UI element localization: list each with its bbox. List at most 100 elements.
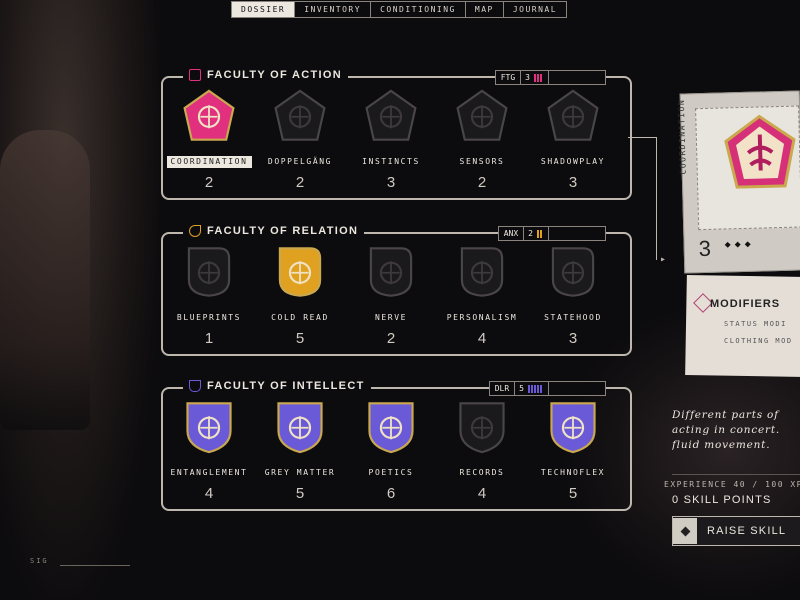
top-tab-bar: DOSSIER INVENTORY CONDITIONING MAP JOURN… — [231, 1, 568, 18]
skill-name: INSTINCTS — [362, 157, 420, 166]
skill-records[interactable]: RECORDS 4 — [436, 399, 528, 502]
doppelg-ng-badge-icon — [274, 89, 326, 141]
cold-read-badge-icon — [278, 247, 322, 297]
skill-card-diamonds: ◆◆◆ — [724, 238, 755, 251]
raise-skill-button[interactable]: RAISE SKILL — [672, 516, 800, 546]
skill-nerve[interactable]: NERVE 2 — [345, 244, 437, 347]
skill-rank: 5 — [295, 485, 305, 502]
stat-pips — [534, 73, 548, 82]
faculty-intellect-icon — [189, 380, 201, 392]
character-body-silhouette — [0, 130, 90, 430]
stat-pip — [531, 384, 533, 393]
coordination-badge-icon — [183, 89, 235, 141]
skill-coordination[interactable]: COORDINATION 2 — [163, 88, 255, 191]
stat-pip — [537, 229, 539, 238]
raise-skill-label: RAISE SKILL — [707, 525, 787, 537]
skill-name: POETICS — [368, 468, 414, 477]
stat-empty-field — [548, 227, 605, 240]
skill-name: SENSORS — [459, 157, 505, 166]
stat-pip — [537, 384, 539, 393]
nerve-badge-icon — [369, 247, 413, 297]
signature-label: SIG — [30, 557, 49, 565]
stat-abbreviation: ANX — [499, 227, 525, 240]
description-line: acting in concert. — [672, 424, 781, 436]
skill-name-wrap: RECORDS — [436, 467, 528, 479]
instincts-badge-icon — [365, 89, 417, 141]
skill-name: TECHNOFLEX — [540, 468, 606, 477]
sensors-badge-icon — [456, 89, 508, 141]
skill-rank: 3 — [568, 330, 578, 347]
skill-technoflex[interactable]: TECHNOFLEX 5 — [527, 399, 619, 502]
experience-divider — [672, 474, 800, 475]
tab-inventory[interactable]: INVENTORY — [295, 1, 372, 18]
skill-grey-matter[interactable]: GREY MATTER 5 — [254, 399, 346, 502]
skill-name-wrap: SHADOWPLAY — [527, 156, 619, 168]
skill-sensors[interactable]: SENSORS 2 — [436, 88, 528, 191]
skill-entanglement[interactable]: ENTANGLEMENT 4 — [163, 399, 255, 502]
skill-name: PERSONALISM — [446, 313, 518, 322]
skill-personalism[interactable]: PERSONALISM 4 — [436, 244, 528, 347]
faculty-action-panel: FACULTY OF ACTION FTG 3 COORDINATION 2 DOP… — [161, 69, 632, 200]
skill-name: RECORDS — [459, 468, 505, 477]
skill-statehood[interactable]: STATEHOOD 3 — [527, 244, 619, 347]
faculty-relation-icon — [189, 225, 201, 237]
stat-value: 5 — [519, 384, 524, 393]
skill-name-wrap: PERSONALISM — [436, 312, 528, 324]
coordination-badge-icon — [724, 114, 796, 189]
skill-poetics[interactable]: POETICS 6 — [345, 399, 437, 502]
faculty-title: FACULTY OF RELATION — [207, 225, 359, 237]
skill-name: COORDINATION — [166, 156, 252, 168]
stat-abbreviation: DLR — [490, 382, 516, 395]
signature-line — [60, 565, 130, 566]
tab-dossier[interactable]: DOSSIER — [231, 1, 296, 18]
stat-empty-field — [548, 71, 605, 84]
stat-pip — [540, 73, 542, 82]
stat-pip — [534, 384, 536, 393]
tab-journal[interactable]: JOURNAL — [503, 1, 568, 18]
skill-name-wrap: BLUEPRINTS — [163, 312, 255, 324]
skill-name: GREY MATTER — [264, 468, 336, 477]
skill-name-wrap: POETICS — [345, 467, 437, 479]
skill-blueprints[interactable]: BLUEPRINTS 1 — [163, 244, 255, 347]
records-badge-icon — [459, 402, 505, 454]
skill-name-wrap: TECHNOFLEX — [527, 467, 619, 479]
skill-card-name: COORDINATION — [676, 98, 688, 175]
skill-name: STATEHOOD — [544, 313, 602, 322]
tab-conditioning[interactable]: CONDITIONING — [371, 1, 466, 18]
faculty-intellect-panel: FACULTY OF INTELLECT DLR 5 ENTANGLEMENT 4… — [161, 380, 632, 511]
skill-name-wrap: COORDINATION — [163, 144, 255, 168]
stat-pip — [537, 73, 539, 82]
skill-cold-read[interactable]: COLD READ 5 — [254, 244, 346, 347]
entanglement-badge-icon — [186, 402, 232, 454]
personalism-badge-icon — [460, 247, 504, 297]
skill-rank: 3 — [386, 174, 396, 191]
skill-name-wrap: STATEHOOD — [527, 312, 619, 324]
stat-value: 2 — [528, 229, 533, 238]
skill-name-wrap: INSTINCTS — [345, 156, 437, 168]
skill-rank: 2 — [204, 174, 214, 191]
skill-name: BLUEPRINTS — [176, 313, 242, 322]
skill-name: SHADOWPLAY — [540, 157, 606, 166]
faculty-intellect-header: FACULTY OF INTELLECT — [183, 380, 371, 392]
skill-rank: 3 — [568, 174, 578, 191]
skill-instincts[interactable]: INSTINCTS 3 — [345, 88, 437, 191]
skill-name: NERVE — [374, 313, 408, 322]
skill-card-rank: 3 — [698, 235, 712, 262]
faculty-relation-panel: FACULTY OF RELATION ANX 2 BLUEPRINTS 1 COL… — [161, 225, 632, 356]
skill-doppelg-ng[interactable]: DOPPELGÄNG 2 — [254, 88, 346, 191]
skill-shadowplay[interactable]: SHADOWPLAY 3 — [527, 88, 619, 191]
faculty-relation-header: FACULTY OF RELATION — [183, 225, 365, 237]
experience-label: EXPERIENCE 40 / 100 XP — [664, 480, 800, 489]
faculty-title: FACULTY OF ACTION — [207, 69, 342, 81]
skill-description: Different parts of acting in concert. fl… — [672, 408, 800, 453]
skill-rank: 5 — [568, 485, 578, 502]
stat-pip — [540, 384, 542, 393]
skill-name: DOPPELGÄNG — [267, 157, 333, 166]
skill-rank: 2 — [295, 174, 305, 191]
card-connector-line — [628, 137, 657, 260]
skill-name-wrap: DOPPELGÄNG — [254, 156, 346, 168]
stat-pip — [534, 73, 536, 82]
description-line: Different parts of — [672, 409, 779, 421]
status-modifier-line: STATUS MODI — [724, 320, 787, 328]
tab-map[interactable]: MAP — [465, 1, 504, 18]
